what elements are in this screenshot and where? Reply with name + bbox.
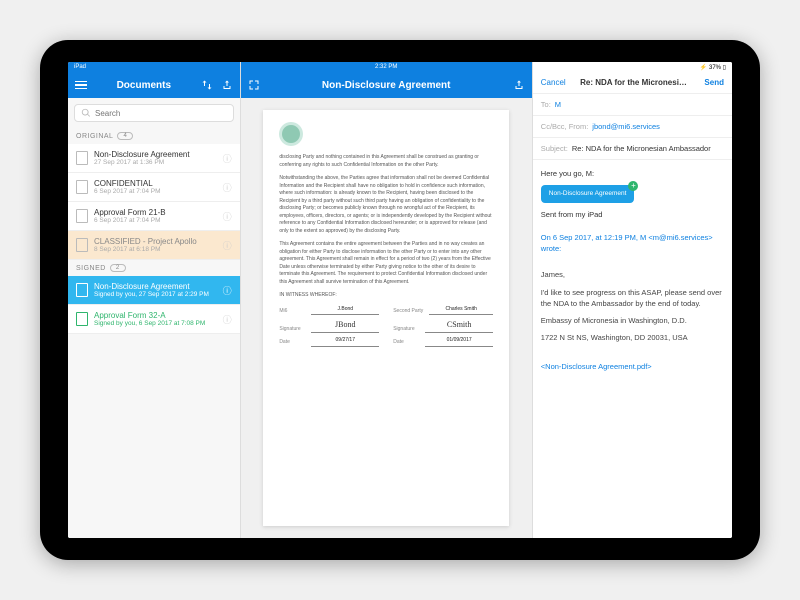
info-icon[interactable]: ⓘ: [223, 210, 232, 223]
quote-body: I'd like to see progress on this ASAP, p…: [541, 287, 724, 310]
paragraph: Notwithstanding the above, the Parties a…: [279, 175, 493, 235]
clock: 2:32 PM: [375, 64, 397, 70]
signed-count: 2: [110, 264, 126, 272]
quote-attachment-link[interactable]: <Non-Disclosure Agreement.pdf>: [541, 361, 724, 372]
cancel-button[interactable]: Cancel: [541, 78, 566, 87]
paragraph: This Agreement contains the entire agree…: [279, 241, 493, 286]
doc-item-selected[interactable]: Non-Disclosure AgreementSigned by you, 2…: [68, 276, 240, 305]
document-icon: [76, 151, 88, 165]
original-count: 4: [117, 132, 133, 140]
expand-icon[interactable]: [247, 78, 261, 92]
mail-signature: Sent from my iPad: [541, 209, 724, 220]
status-bar-left-segment: iPad: [68, 62, 240, 72]
search-field[interactable]: [74, 104, 234, 122]
quote-greeting: James,: [541, 269, 724, 280]
doc-item[interactable]: Non-Disclosure Agreement27 Sep 2017 at 1…: [68, 144, 240, 173]
attachment-name: Non-Disclosure Agreement: [549, 189, 627, 199]
mail-title: Re: NDA for the Micronesian…: [580, 78, 690, 87]
device-label: iPad: [74, 64, 86, 70]
mail-toolbar: Cancel Re: NDA for the Micronesian… Send: [533, 72, 732, 94]
document-page: disclosing Party and nothing contained i…: [263, 110, 509, 526]
viewer-title: Non-Disclosure Agreement: [247, 80, 526, 91]
mail-compose-pane: ⚡ 37% ▯ Cancel Re: NDA for the Micronesi…: [533, 62, 732, 538]
section-signed: SIGNED 2: [68, 260, 240, 276]
share-icon[interactable]: [220, 78, 234, 92]
subject-field[interactable]: Subject:Re: NDA for the Micronesian Amba…: [533, 138, 732, 160]
search-icon: [81, 108, 91, 118]
quote-address: 1722 N St NS, Washington, DD 20031, USA: [541, 332, 724, 343]
doc-item[interactable]: Approval Form 21-B6 Sep 2017 at 7:04 PM …: [68, 202, 240, 231]
info-icon[interactable]: ⓘ: [223, 152, 232, 165]
info-icon[interactable]: ⓘ: [223, 313, 232, 326]
signature-scribble: CSmith: [425, 319, 493, 333]
add-attachment-icon[interactable]: +: [628, 181, 638, 191]
document-icon: [76, 312, 88, 326]
quote-address: Embassy of Micronesia in Washington, D.D…: [541, 315, 724, 326]
status-bar-right-segment: ⚡ 37% ▯: [533, 62, 732, 72]
doc-item[interactable]: CLASSIFIED - Project Apollo8 Sep 2017 at…: [68, 231, 240, 260]
viewer-toolbar: Non-Disclosure Agreement: [241, 72, 532, 98]
sidebar-toolbar: Documents: [68, 72, 240, 98]
search-input[interactable]: [95, 109, 227, 118]
doc-item[interactable]: Approval Form 32-ASigned by you, 6 Sep 2…: [68, 305, 240, 334]
document-icon: [76, 283, 88, 297]
cc-field[interactable]: Cc/Bcc, From:jbond@mi6.services: [533, 116, 732, 138]
info-icon[interactable]: ⓘ: [223, 284, 232, 297]
info-icon[interactable]: ⓘ: [223, 181, 232, 194]
sidebar-title: Documents: [94, 80, 194, 91]
signature-row: Mi6J.Bond SignatureJBond Date09/27/17 Se…: [279, 306, 493, 347]
page-container[interactable]: disclosing Party and nothing contained i…: [241, 98, 532, 538]
document-icon: [76, 209, 88, 223]
paragraph: disclosing Party and nothing contained i…: [279, 154, 493, 169]
documents-sidebar: iPad Documents ORIGINAL 4: [68, 62, 241, 538]
doc-item[interactable]: CONFIDENTIAL6 Sep 2017 at 7:04 PM ⓘ: [68, 173, 240, 202]
attachment-chip[interactable]: Non-Disclosure Agreement +: [541, 185, 635, 203]
info-icon[interactable]: ⓘ: [223, 239, 232, 252]
send-button[interactable]: Send: [704, 78, 724, 87]
battery-status: ⚡ 37% ▯: [700, 64, 726, 71]
document-viewer: 2:32 PM Non-Disclosure Agreement: [241, 62, 533, 538]
to-field[interactable]: To:M: [533, 94, 732, 116]
mail-body[interactable]: Here you go, M: Non-Disclosure Agreement…: [533, 160, 732, 538]
document-icon: [76, 238, 88, 252]
status-bar-center-segment: 2:32 PM: [241, 62, 532, 72]
greeting: Here you go, M:: [541, 168, 724, 179]
share-icon[interactable]: [512, 78, 526, 92]
sort-icon[interactable]: [200, 78, 214, 92]
document-icon: [76, 180, 88, 194]
crest-logo: [279, 122, 303, 146]
witness-line: IN WITNESS WHEREOF:: [279, 292, 493, 300]
quote-header: On 6 Sep 2017, at 12:19 PM, M <m@mi6.ser…: [541, 232, 724, 255]
menu-icon[interactable]: [74, 78, 88, 92]
signature-scribble: JBond: [311, 319, 379, 333]
section-original: ORIGINAL 4: [68, 128, 240, 144]
